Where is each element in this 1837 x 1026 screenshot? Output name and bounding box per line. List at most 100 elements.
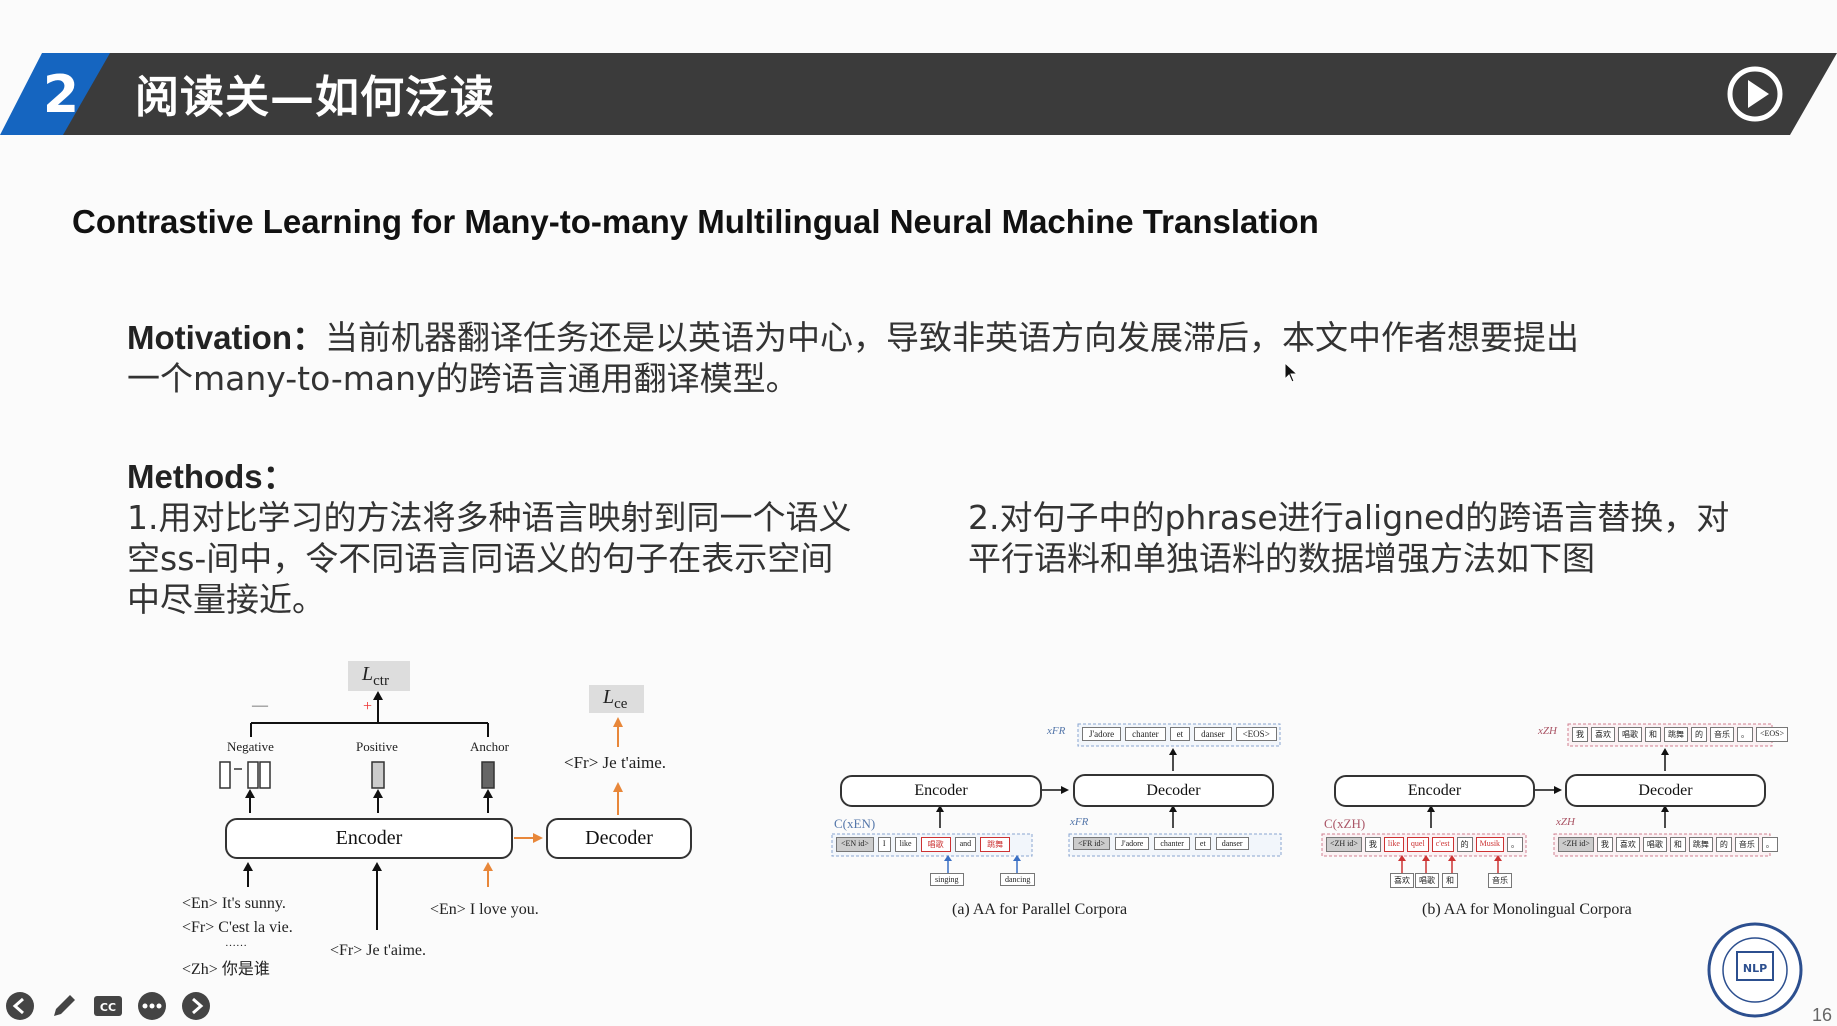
pen-icon[interactable] (48, 990, 80, 1022)
input-zh: <Zh> 你是谁 (182, 961, 270, 978)
encoder-box: Encoder (225, 818, 513, 859)
decoder-box-b: Decoder (1565, 774, 1766, 807)
token: 。 (1737, 727, 1753, 742)
token: 唱歌 (920, 837, 951, 852)
sub-token: 喜欢 (1390, 873, 1414, 888)
mouse-cursor-icon (1284, 362, 1299, 383)
token: <EOS> (1235, 727, 1277, 741)
forward-icon[interactable] (180, 990, 212, 1022)
decoder-output-text: <Fr> Je t'aime. (564, 753, 667, 772)
token: 唱歌 (1642, 837, 1667, 852)
encoder-box-b: Encoder (1334, 775, 1535, 807)
token: 。 (1761, 837, 1778, 852)
back-icon[interactable] (4, 990, 36, 1022)
token: danser (1194, 727, 1232, 741)
motivation-line-2: 一个many-to-many的跨语言通用翻译模型。 (127, 359, 799, 398)
token: 我 (1364, 837, 1381, 852)
x-zh-label: xZH (1556, 816, 1575, 828)
ellipsis: …… (225, 937, 247, 949)
token: chanter (1125, 727, 1166, 741)
svg-text:NLP: NLP (1743, 962, 1767, 975)
token: 的 (1456, 837, 1473, 852)
method-2-line-2: 平行语料和单独语料的数据增强方法如下图 (968, 539, 1595, 578)
sub-token: dancing (1000, 873, 1036, 886)
token: 跳舞 (980, 837, 1011, 852)
token: 音乐 (1734, 837, 1759, 852)
token: chanter (1154, 837, 1190, 850)
token: quel (1406, 837, 1429, 852)
page-number: 16 (1812, 1005, 1833, 1025)
method-1-line-3: 中尽量接近。 (127, 580, 325, 619)
play-icon[interactable] (1725, 64, 1785, 124)
section-number: 2 (42, 65, 80, 125)
figure-b-monolingual: xZH xZH C(xZH) 我 喜欢 唱歌 和 跳舞 的 音乐 。 <EOS>… (1318, 715, 1789, 930)
decoder-token-row: <FR id> J'adore chanter et danser (1073, 837, 1249, 850)
token: J'adore (1115, 837, 1150, 850)
input-fr-aime: <Fr> Je t'aime. (330, 942, 427, 959)
token: 我 (1596, 837, 1613, 852)
token: 和 (1645, 727, 1661, 742)
target-token-row: J'adore chanter et danser <EOS> (1082, 727, 1277, 741)
token: et (1169, 727, 1191, 741)
token: like (1383, 837, 1404, 852)
token: 我 (1572, 727, 1588, 742)
figure-b-caption: (b) AA for Monolingual Corpora (1422, 901, 1632, 918)
input-en-love: <En> I love you. (430, 901, 539, 918)
motivation-text-1: 当前机器翻译任务还是以英语为中心，导致非英语方向发展滞后，本文中作者想要提出 (324, 318, 1579, 357)
encoder-box-a: Encoder (840, 775, 1042, 807)
loss-ctr-label: Lctr (362, 663, 389, 689)
method-1-line-2: 空ss-间中，令不同语言同语义的句子在表示空间 (127, 539, 834, 578)
plus-sign: + (363, 698, 373, 715)
token: <EOS> (1756, 727, 1789, 742)
token: et (1194, 837, 1211, 850)
positive-label: Positive (356, 739, 398, 754)
section-title: 阅读关—如何泛读 (135, 72, 495, 123)
anchor-label: Anchor (470, 739, 509, 754)
motivation-line-1: Motivation：当前机器翻译任务还是以英语为中心，导致非英语方向发展滞后，… (127, 317, 1579, 358)
token: 唱歌 (1618, 727, 1642, 742)
contrastive-diagram: Lctr Lce — + Negative Positive Anchor En… (180, 655, 700, 985)
input-fr-vie: <Fr> C'est la vie. (182, 919, 293, 936)
encoder-token-row-b: <ZH id> 我 like quel c'est 的 Musik 。 (1326, 837, 1524, 852)
token: 和 (1669, 837, 1686, 852)
nlp-logo: NLP (1707, 922, 1803, 1018)
token: 跳舞 (1688, 837, 1713, 852)
minus-sign: — (252, 697, 268, 714)
token: danser (1215, 837, 1249, 850)
decoder-box-a: Decoder (1073, 774, 1274, 807)
figure-a-lines (831, 723, 1282, 873)
method-1-line-1: 1.用对比学习的方法将多种语言映射到同一个语义 (127, 498, 852, 537)
c-en-label: C(xEN) (834, 816, 876, 831)
token: 喜欢 (1615, 837, 1640, 852)
motivation-label: Motivation： (127, 319, 325, 356)
x-fr-top-label: xFR (1047, 725, 1066, 737)
token: <ZH id> (1558, 837, 1594, 852)
sub-token: 音乐 (1488, 873, 1512, 888)
paper-title: Contrastive Learning for Many-to-many Mu… (72, 203, 1319, 240)
token: I (877, 837, 891, 852)
token: 。 (1507, 837, 1524, 852)
more-icon[interactable] (136, 990, 168, 1022)
figure-b-lines (1321, 723, 1773, 873)
token: 音乐 (1710, 727, 1734, 742)
figure-a-caption: (a) AA for Parallel Corpora (952, 901, 1128, 918)
token: 的 (1691, 727, 1707, 742)
token: J'adore (1082, 727, 1122, 741)
token: Musik (1475, 837, 1505, 852)
token: <EN id> (836, 837, 874, 852)
x-fr-label: xFR (1070, 816, 1089, 828)
token: 的 (1715, 837, 1732, 852)
methods-label: Methods： (127, 458, 296, 495)
token: and (954, 837, 977, 852)
method-2-line-1: 2.对句子中的phrase进行aligned的跨语言替换，对 (968, 498, 1730, 537)
negative-label: Negative (227, 739, 274, 754)
loss-ce-label: Lce (603, 686, 628, 712)
figure-a-parallel: xFR xFR C(xEN) J'adore chanter et danser… (820, 715, 1290, 930)
c-zh-label: C(xZH) (1324, 816, 1366, 831)
input-en-sunny: <En> It's sunny. (182, 895, 286, 912)
decoder-box: Decoder (546, 818, 692, 859)
svg-text:CC: CC (100, 1001, 116, 1014)
cc-icon[interactable]: CC (92, 990, 124, 1022)
token: like (894, 837, 917, 852)
x-zh-top-label: xZH (1538, 725, 1557, 737)
